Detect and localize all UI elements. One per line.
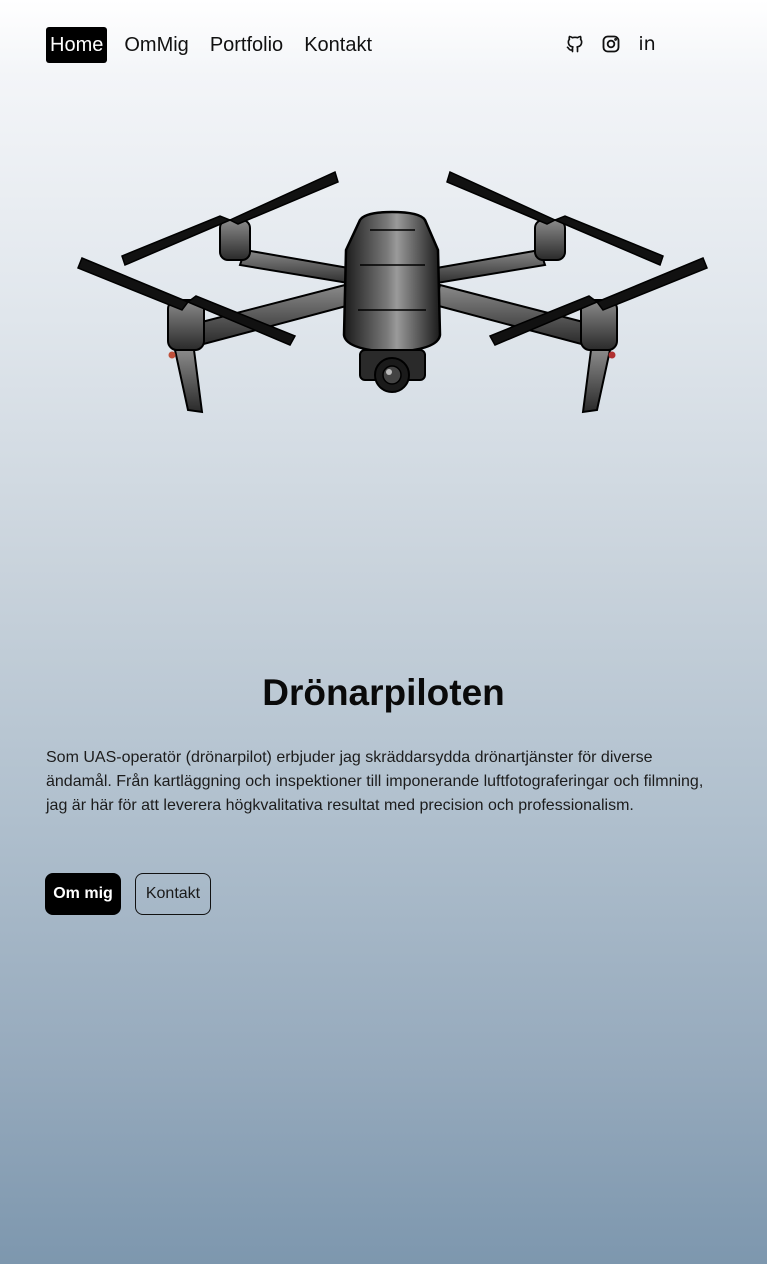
kontakt-button[interactable]: Kontakt	[135, 873, 211, 915]
nav-home-link[interactable]: Home	[46, 27, 108, 63]
page-title: Drönarpiloten	[262, 672, 505, 713]
github-icon[interactable]	[564, 33, 586, 55]
nav-kontakt-link[interactable]: Kontakt	[300, 27, 376, 63]
nav-portfolio-link[interactable]: Portfolio	[206, 27, 287, 63]
hero-actions: Om mig Kontakt	[45, 873, 211, 915]
drone-illustration	[77, 170, 708, 414]
main-nav: Home OmMig Portfolio Kontakt	[46, 27, 389, 63]
instagram-icon[interactable]	[600, 33, 622, 55]
hero-description: Som UAS-operatör (drönarpilot) erbjuder …	[46, 749, 704, 814]
social-links: in	[564, 33, 672, 55]
om-mig-button[interactable]: Om mig	[45, 873, 121, 915]
linkedin-icon[interactable]: in	[636, 33, 658, 55]
nav-ommig-link[interactable]: OmMig	[120, 27, 192, 63]
